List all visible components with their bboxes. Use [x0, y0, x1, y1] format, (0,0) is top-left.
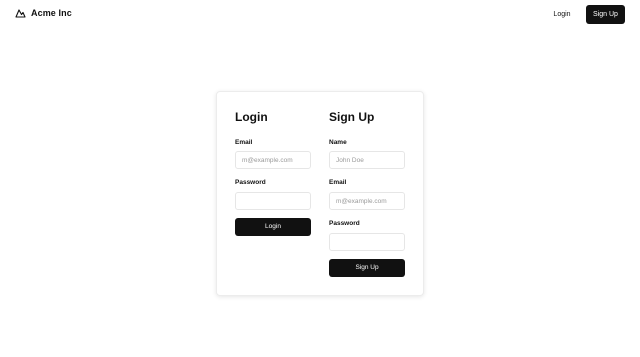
brand-link[interactable]: Acme Inc [15, 8, 72, 18]
signup-password-input[interactable] [329, 233, 405, 251]
login-password-input[interactable] [235, 192, 311, 210]
login-submit-button[interactable]: Login [235, 218, 311, 236]
signup-password-label: Password [329, 220, 360, 227]
auth-card: Login Email Password Login Sign Up Name … [216, 91, 424, 296]
signup-title: Sign Up [329, 110, 375, 124]
nav-login-button[interactable]: Login [544, 6, 580, 24]
login-email-input[interactable] [235, 151, 311, 169]
login-title: Login [235, 110, 268, 124]
signup-email-label: Email [329, 179, 347, 186]
top-navbar: Acme Inc Login Sign Up [0, 0, 640, 30]
login-password-label: Password [235, 179, 266, 186]
signup-email-input[interactable] [329, 192, 405, 210]
signup-submit-button[interactable]: Sign Up [329, 259, 405, 277]
nav-signup-button[interactable]: Sign Up [586, 5, 625, 24]
brand-name: Acme Inc [31, 8, 72, 18]
login-email-label: Email [235, 139, 253, 146]
mountain-icon [15, 8, 26, 18]
signup-name-input[interactable] [329, 151, 405, 169]
signup-name-label: Name [329, 139, 347, 146]
